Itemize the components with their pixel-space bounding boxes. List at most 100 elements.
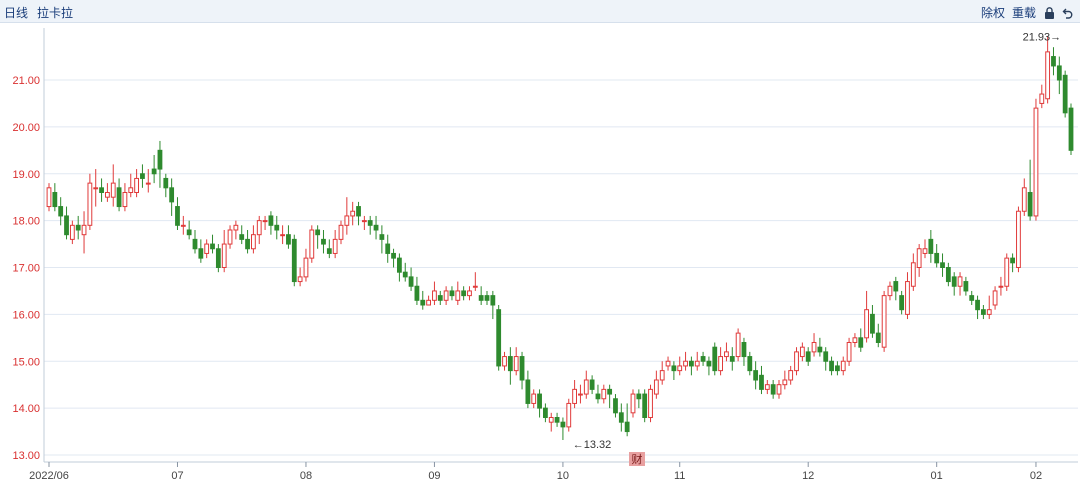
candle bbox=[87, 173, 93, 230]
candle bbox=[69, 220, 75, 245]
candle bbox=[928, 230, 934, 263]
x-tick-label: 02 bbox=[1030, 470, 1042, 482]
candle bbox=[677, 356, 683, 376]
candle bbox=[502, 351, 507, 371]
indicator-selector[interactable]: 拉卡拉 bbox=[37, 6, 73, 20]
candle bbox=[303, 248, 309, 282]
candle bbox=[350, 201, 356, 226]
candle bbox=[916, 244, 922, 277]
candle bbox=[805, 347, 811, 366]
candle bbox=[461, 286, 467, 301]
chart-toolbar: 日线 拉卡拉 除权 重载 bbox=[0, 0, 1080, 23]
candle bbox=[922, 239, 928, 259]
candle bbox=[1027, 159, 1033, 221]
candle bbox=[963, 276, 969, 296]
candle bbox=[513, 347, 519, 376]
grid-lines bbox=[44, 79, 1078, 456]
candle bbox=[578, 384, 583, 404]
candle bbox=[245, 230, 250, 254]
candle bbox=[1068, 103, 1074, 155]
candle bbox=[986, 295, 992, 320]
x-tick-label: 01 bbox=[931, 470, 943, 482]
candle bbox=[75, 215, 81, 240]
candle bbox=[957, 272, 963, 296]
candle bbox=[449, 286, 455, 301]
candle bbox=[653, 370, 659, 399]
y-tick-label: 15.00 bbox=[12, 356, 40, 368]
candle bbox=[700, 351, 706, 366]
candle bbox=[811, 333, 817, 357]
candle bbox=[601, 384, 607, 404]
candle bbox=[683, 351, 688, 371]
candle bbox=[566, 398, 572, 432]
candle bbox=[402, 262, 408, 282]
candle bbox=[548, 412, 554, 432]
candle bbox=[934, 244, 940, 268]
candle bbox=[105, 183, 110, 202]
undo-icon[interactable] bbox=[1062, 6, 1074, 19]
candle bbox=[478, 286, 484, 305]
candle bbox=[52, 183, 58, 212]
candle bbox=[467, 286, 472, 301]
candle bbox=[788, 365, 794, 385]
candle bbox=[951, 272, 957, 296]
candle bbox=[770, 380, 776, 399]
candlestick-chart[interactable]: 13.00 14.00 15.00 16.00 17.00 18.00 19.00 20.00… bbox=[0, 22, 1080, 490]
candle bbox=[268, 211, 274, 235]
candle bbox=[140, 164, 145, 188]
candle bbox=[659, 361, 665, 385]
candle bbox=[1021, 178, 1027, 216]
candle bbox=[583, 370, 589, 399]
candle bbox=[735, 328, 741, 362]
candle bbox=[420, 290, 426, 310]
candle bbox=[472, 272, 478, 291]
candle bbox=[215, 244, 221, 273]
candle bbox=[607, 384, 613, 409]
candle bbox=[560, 417, 566, 440]
x-axis: 2022/06 07 08 09 10 11 12 01 02 bbox=[29, 461, 1078, 482]
reload-button[interactable]: 重载 bbox=[1012, 4, 1036, 21]
candle bbox=[572, 380, 578, 409]
candle bbox=[648, 384, 653, 423]
candle bbox=[151, 155, 157, 184]
report-badge[interactable]: 财 bbox=[629, 452, 645, 466]
candle bbox=[484, 290, 490, 305]
candle bbox=[180, 215, 186, 235]
candles bbox=[46, 36, 1074, 440]
y-tick-label: 19.00 bbox=[12, 169, 40, 181]
candle bbox=[899, 290, 905, 315]
candle bbox=[145, 169, 151, 193]
y-tick-label: 21.00 bbox=[12, 75, 40, 87]
lock-icon[interactable] bbox=[1043, 6, 1055, 19]
candle bbox=[361, 215, 367, 230]
candle bbox=[443, 286, 449, 305]
candle bbox=[385, 234, 391, 263]
candle bbox=[204, 239, 210, 259]
candle bbox=[455, 281, 461, 305]
x-tick-label: 09 bbox=[428, 470, 440, 482]
candle bbox=[519, 351, 525, 390]
candle bbox=[432, 281, 437, 305]
candle bbox=[945, 262, 951, 287]
candle bbox=[712, 342, 718, 376]
adjust-button[interactable]: 除权 bbox=[981, 4, 1005, 21]
candle bbox=[122, 183, 128, 212]
candle bbox=[554, 412, 560, 427]
candle bbox=[636, 389, 642, 409]
y-tick-label: 16.00 bbox=[12, 309, 40, 321]
candle bbox=[251, 225, 256, 254]
x-tick-label: 12 bbox=[802, 470, 814, 482]
candle bbox=[823, 347, 829, 371]
candle bbox=[1051, 47, 1056, 76]
candle bbox=[1056, 56, 1062, 95]
candle bbox=[1004, 253, 1010, 291]
candle bbox=[356, 201, 361, 226]
candle bbox=[198, 239, 204, 263]
candle bbox=[367, 215, 373, 235]
x-tick-label: 07 bbox=[171, 470, 183, 482]
candle bbox=[671, 361, 677, 380]
candle bbox=[595, 384, 601, 404]
period-selector[interactable]: 日线 bbox=[4, 6, 28, 20]
candle bbox=[414, 276, 420, 305]
candle bbox=[291, 234, 297, 287]
